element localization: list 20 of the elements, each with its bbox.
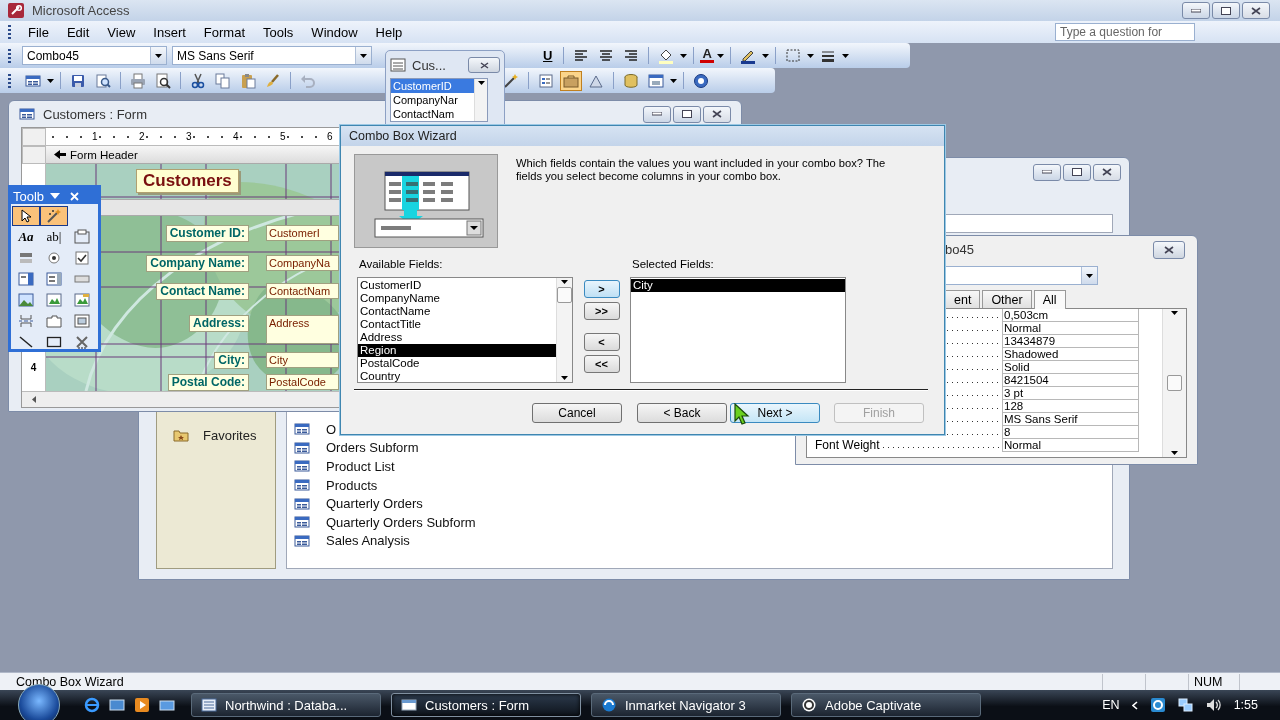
list-label: Selected Fields: [632,258,715,270]
ruler-number: 4 [30,362,37,373]
ruler-number: 1 [90,131,100,142]
clock: 1:55 [1233,698,1258,712]
status-text: Combo Box Wizard [15,674,125,689]
ruler-number: 2 [137,131,147,142]
dialog-title: Combo Box Wizard [349,129,457,143]
field-list-title: Cus... [412,57,446,73]
toolbox-title: Toolb [13,188,45,204]
instruction-text: Which fields contain the values you want included in your combo box? The fields you select become columns in your combo box. [516,157,887,184]
window-title: Customers : Form [43,106,147,122]
list-label: Available Fields: [359,258,444,270]
ruler-number: 3 [184,131,194,142]
property-name: Font Weight [815,439,881,452]
ruler-number: 5 [278,131,288,142]
window-title: bo45 [945,242,974,257]
window-title: Microsoft Access [32,3,130,18]
ruler-number: 4 [231,131,241,142]
num-lock-indicator: NUM [1188,673,1239,690]
ruler-number: 6 [325,131,335,142]
